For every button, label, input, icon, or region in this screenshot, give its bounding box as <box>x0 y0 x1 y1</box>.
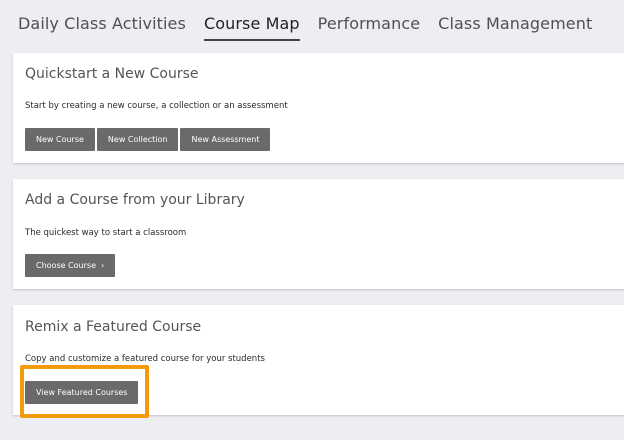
library-button-row: Choose Course › <box>25 254 117 277</box>
library-card: Add a Course from your Library The quick… <box>13 179 624 289</box>
tab-class-management[interactable]: Class Management <box>438 14 592 39</box>
featured-description: Copy and customize a featured course for… <box>25 354 265 364</box>
choose-course-button[interactable]: Choose Course › <box>25 254 116 277</box>
highlight-box <box>20 365 149 418</box>
quickstart-button-row: New Course New Collection New Assessment <box>25 128 272 151</box>
quickstart-title: Quickstart a New Course <box>25 66 199 82</box>
featured-title: Remix a Featured Course <box>25 319 202 335</box>
tab-daily-class-activities[interactable]: Daily Class Activities <box>18 14 186 39</box>
chevron-right-icon: › <box>101 261 105 270</box>
library-title: Add a Course from your Library <box>25 192 245 208</box>
new-collection-button[interactable]: New Collection <box>96 128 179 151</box>
new-assessment-button[interactable]: New Assessment <box>180 128 271 151</box>
quickstart-description: Start by creating a new course, a collec… <box>25 101 288 111</box>
library-description: The quickest way to start a classroom <box>25 228 187 238</box>
quickstart-card: Quickstart a New Course Start by creatin… <box>13 53 624 163</box>
choose-course-label: Choose Course <box>36 261 97 270</box>
new-course-button[interactable]: New Course <box>25 128 95 151</box>
tab-course-map[interactable]: Course Map <box>203 14 300 41</box>
tab-bar: Daily Class Activities Course Map Perfor… <box>18 14 610 46</box>
tab-performance[interactable]: Performance <box>318 14 421 39</box>
